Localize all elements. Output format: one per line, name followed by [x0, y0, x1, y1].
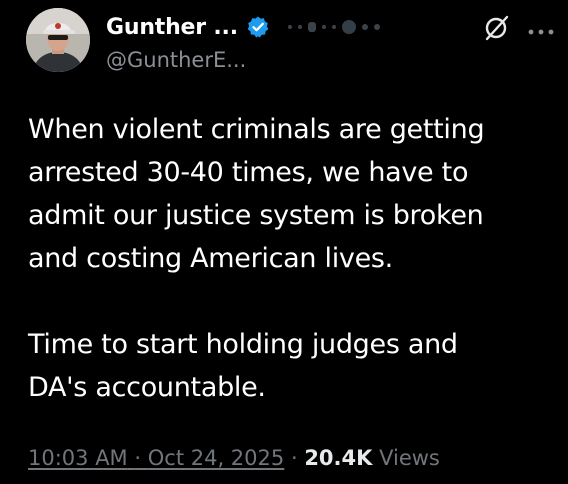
views-count[interactable]: 20.4K	[304, 446, 372, 470]
meta-separator: ·	[134, 446, 142, 470]
tweet-metadata: 10:03 AM · Oct 24, 2025 · 20.4K Views	[28, 446, 440, 470]
tweet-paragraph: When violent criminals are getting arres…	[28, 114, 485, 274]
grok-icon[interactable]	[482, 14, 510, 42]
tweet-card: Gunther ... @GuntherE... When violent cr…	[0, 0, 568, 484]
more-options-icon[interactable]	[526, 22, 556, 35]
tweet-paragraph: Time to start holding judges and DA's ac…	[28, 329, 458, 403]
author-display-name[interactable]: Gunther ...	[106, 15, 238, 40]
tweet-date: Oct 24, 2025	[147, 446, 285, 470]
avatar-photo	[26, 8, 90, 72]
verified-badge-icon	[246, 15, 270, 39]
tweet-timestamp-link[interactable]: 10:03 AM · Oct 24, 2025	[28, 446, 284, 470]
views-label: Views	[379, 446, 440, 470]
meta-separator: ·	[290, 446, 298, 470]
tweet-time: 10:03 AM	[28, 446, 128, 470]
author-avatar[interactable]	[26, 8, 90, 72]
blurred-emoji-icons	[287, 20, 380, 34]
author-handle[interactable]: @GuntherE...	[106, 48, 246, 72]
author-name-line: Gunther ...	[106, 12, 380, 42]
tweet-header: Gunther ... @GuntherE...	[26, 8, 556, 78]
tweet-text: When violent criminals are getting arres…	[28, 108, 548, 409]
